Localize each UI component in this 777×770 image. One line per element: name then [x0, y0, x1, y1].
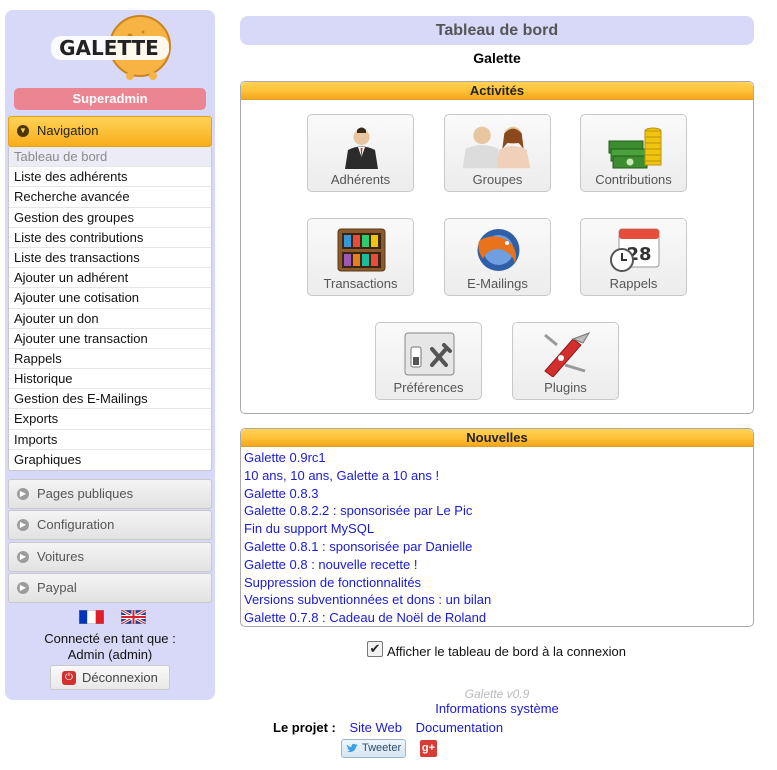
sidebar-section-header[interactable]: ▶ Pages publiques: [8, 479, 212, 509]
activity-tile-label: Contributions: [595, 172, 672, 187]
activity-tile[interactable]: Transactions: [307, 218, 414, 296]
news-link[interactable]: Suppression de fonctionnalités: [244, 574, 753, 592]
google-plus-icon[interactable]: g+: [420, 740, 437, 757]
news-list: Galette 0.9rc1 10 ans, 10 ans, Galette a …: [241, 447, 753, 627]
sidebar-section-label: Voitures: [37, 549, 84, 564]
svg-text:GALETTE: GALETTE: [59, 36, 159, 60]
preferences-icon: [402, 331, 457, 377]
arrow-right-icon: ▶: [17, 551, 29, 563]
activity-tile-label: Préférences: [393, 380, 464, 395]
mailing-icon: [471, 227, 526, 273]
system-info-link[interactable]: Informations système: [240, 701, 754, 716]
sidebar-nav-item[interactable]: Graphiques: [9, 450, 211, 470]
activity-tile-label: E-Mailings: [467, 276, 528, 291]
connected-user: Admin (admin): [67, 647, 153, 662]
arrow-right-icon: ▶: [17, 582, 29, 594]
navigation-menu: Tableau de bord Liste des adhérents Recher…: [8, 147, 212, 471]
arrow-right-icon: ▶: [17, 488, 29, 500]
project-links: Le projet : Site Web Documentation: [273, 720, 513, 735]
sidebar-nav-item[interactable]: Recherche avancée: [9, 187, 211, 208]
logout-button[interactable]: ⏻ Déconnexion: [50, 665, 170, 690]
activities-panel: Activités Adhérents Groupes Contributions T…: [240, 81, 754, 414]
activity-tile[interactable]: E-Mailings: [444, 218, 551, 296]
twitter-bird-icon: [346, 743, 358, 752]
show-dashboard-checkbox[interactable]: ✔: [367, 641, 383, 657]
activity-tile-label: Adhérents: [330, 172, 391, 187]
connected-label: Connecté en tant que :: [44, 631, 176, 646]
sidebar-nav-item[interactable]: Liste des adhérents: [9, 167, 211, 188]
arrow-right-icon: ▶: [17, 519, 29, 531]
activity-tile[interactable]: Groupes: [444, 114, 551, 192]
tweet-label: Tweeter: [362, 742, 402, 754]
arrow-down-icon: ▼: [17, 125, 29, 137]
news-link[interactable]: Galette 0.8 : nouvelle recette !: [244, 556, 753, 574]
documentation-link[interactable]: Documentation: [416, 720, 503, 735]
sidebar: GALETTE Superadmin ▼ Navigation Tableau …: [5, 10, 215, 700]
news-header: Nouvelles: [241, 429, 753, 447]
page-title: Tableau de bord: [240, 16, 754, 45]
sidebar-nav-item[interactable]: Ajouter une cotisation: [9, 288, 211, 309]
sidebar-nav-item[interactable]: Gestion des groupes: [9, 208, 211, 228]
french-flag-icon[interactable]: [79, 610, 104, 624]
sidebar-section-label: Pages publiques: [37, 486, 134, 501]
uk-flag-icon[interactable]: [121, 610, 146, 624]
sidebar-nav-item[interactable]: Gestion des E-Mailings: [9, 389, 211, 410]
navigation-label: Navigation: [37, 123, 99, 138]
activity-tile[interactable]: Plugins: [512, 322, 619, 400]
sidebar-nav-item[interactable]: Tableau de bord: [9, 147, 211, 168]
tweet-button[interactable]: Tweeter: [341, 739, 406, 758]
news-link[interactable]: Versions subventionnées et dons : un bil…: [244, 591, 753, 609]
instance-name: Galette: [473, 50, 521, 66]
activity-tile-label: Transactions: [323, 276, 398, 291]
logout-label: Déconnexion: [82, 670, 158, 685]
group-icon: [455, 123, 542, 169]
show-dashboard-label: Afficher le tableau de bord à la connexi…: [387, 644, 626, 659]
sidebar-nav-item[interactable]: Exports: [9, 409, 211, 430]
project-label: Le projet :: [273, 720, 336, 735]
news-link[interactable]: 10 ans, 10 ans, Galette a 10 ans !: [244, 467, 753, 485]
navigation-section-header[interactable]: ▼ Navigation: [8, 116, 212, 147]
activity-tile[interactable]: Contributions: [580, 114, 687, 192]
sidebar-nav-item[interactable]: Ajouter un adhérent: [9, 268, 211, 289]
activity-tile[interactable]: Adhérents: [307, 114, 414, 192]
sidebar-section-header[interactable]: ▶ Configuration: [8, 510, 212, 540]
activity-tile-label: Rappels: [609, 276, 658, 291]
news-link[interactable]: Galette 0.9rc1: [244, 449, 753, 467]
sidebar-nav-item[interactable]: Liste des contributions: [9, 228, 211, 248]
news-link[interactable]: Galette 0.8.3: [244, 485, 753, 503]
news-link[interactable]: Galette 0.8.2.2 : sponsorisée par Le Pic: [244, 502, 753, 520]
sidebar-nav-item[interactable]: Ajouter une transaction: [9, 329, 211, 349]
galette-logo[interactable]: GALETTE: [45, 14, 185, 86]
member-icon: [334, 123, 389, 169]
sidebar-nav-item[interactable]: Liste des transactions: [9, 248, 211, 269]
activity-tile-label: Plugins: [544, 380, 587, 395]
transactions-icon: [334, 227, 389, 273]
sidebar-section-header[interactable]: ▶ Voitures: [8, 542, 212, 572]
website-link[interactable]: Site Web: [349, 720, 402, 735]
power-icon: ⏻: [62, 671, 76, 685]
user-role-badge: Superadmin: [14, 88, 206, 110]
plugins-icon: [539, 331, 594, 378]
sidebar-section-label: Paypal: [37, 580, 77, 595]
sidebar-nav-item[interactable]: Imports: [9, 430, 211, 450]
sidebar-section-label: Configuration: [37, 517, 115, 532]
activities-header: Activités: [241, 82, 753, 100]
version-text: Galette v0.9: [464, 687, 530, 701]
activity-tile[interactable]: Préférences: [375, 322, 482, 400]
connected-info: Connecté en tant que : Admin (admin): [5, 631, 215, 663]
news-panel: Nouvelles Galette 0.9rc1 10 ans, 10 ans, …: [240, 428, 754, 627]
calendar-clock-icon: 28: [607, 227, 662, 273]
news-link[interactable]: Galette 0.7.8 : Cadeau de Noël de Roland: [244, 609, 753, 627]
money-icon: [607, 123, 662, 169]
sidebar-nav-item[interactable]: Historique: [9, 369, 211, 390]
sidebar-section-header[interactable]: ▶ Paypal: [8, 573, 212, 603]
sidebar-nav-item[interactable]: Ajouter un don: [9, 309, 211, 329]
activity-tile-label: Groupes: [472, 172, 523, 187]
sidebar-nav-item[interactable]: Rappels: [9, 349, 211, 370]
activity-tile[interactable]: 28 Rappels: [580, 218, 687, 296]
news-link[interactable]: Galette 0.8.1 : sponsorisée par Danielle: [244, 538, 753, 556]
news-link[interactable]: Fin du support MySQL: [244, 520, 753, 538]
